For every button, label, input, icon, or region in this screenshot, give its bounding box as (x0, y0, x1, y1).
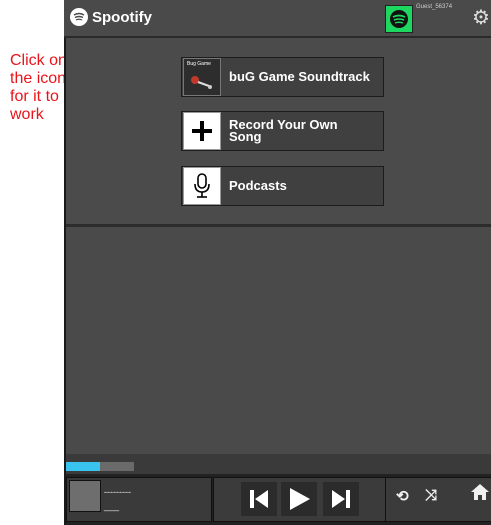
play-icon (290, 488, 310, 510)
track-info: --------- ___ (104, 485, 131, 513)
shuffle-icon[interactable]: ⤨ (425, 487, 437, 504)
play-button[interactable] (281, 482, 317, 516)
previous-button[interactable] (241, 482, 277, 516)
track-art (69, 480, 101, 512)
previous-icon (250, 490, 268, 508)
track-artist: ___ (104, 501, 120, 511)
user-avatar-button[interactable] (385, 5, 413, 33)
album-art-icon[interactable]: Bug Game (183, 58, 221, 96)
gear-icon[interactable]: ⚙ (472, 8, 490, 28)
spotify-user-icon (390, 10, 408, 28)
menu-item-label: buG Game Soundtrack (229, 69, 370, 84)
username-label: Guest_56374 (416, 4, 453, 10)
next-icon (332, 490, 350, 508)
track-title: --------- (104, 487, 131, 497)
repeat-icon[interactable]: ⟲ (396, 487, 409, 505)
plus-icon[interactable] (183, 112, 221, 150)
album-art-caption: Bug Game (187, 61, 211, 67)
menu-item-record-song[interactable]: Record Your Own Song (181, 111, 384, 151)
next-button[interactable] (323, 482, 359, 516)
menu-item-label: Podcasts (229, 178, 287, 193)
menu-item-label: Record Your Own Song (229, 117, 338, 144)
progress-fill (66, 462, 100, 471)
content-panel (66, 227, 491, 454)
home-icon[interactable] (470, 482, 490, 507)
spotify-logo-icon (70, 8, 88, 26)
menu-item-podcasts[interactable]: Podcasts (181, 166, 384, 206)
menu-item-bug-game-soundtrack[interactable]: Bug Game buG Game Soundtrack (181, 57, 384, 97)
app-title: Spootify (92, 8, 152, 26)
microphone-icon[interactable] (183, 167, 221, 205)
app-logo: Spootify (70, 8, 152, 26)
